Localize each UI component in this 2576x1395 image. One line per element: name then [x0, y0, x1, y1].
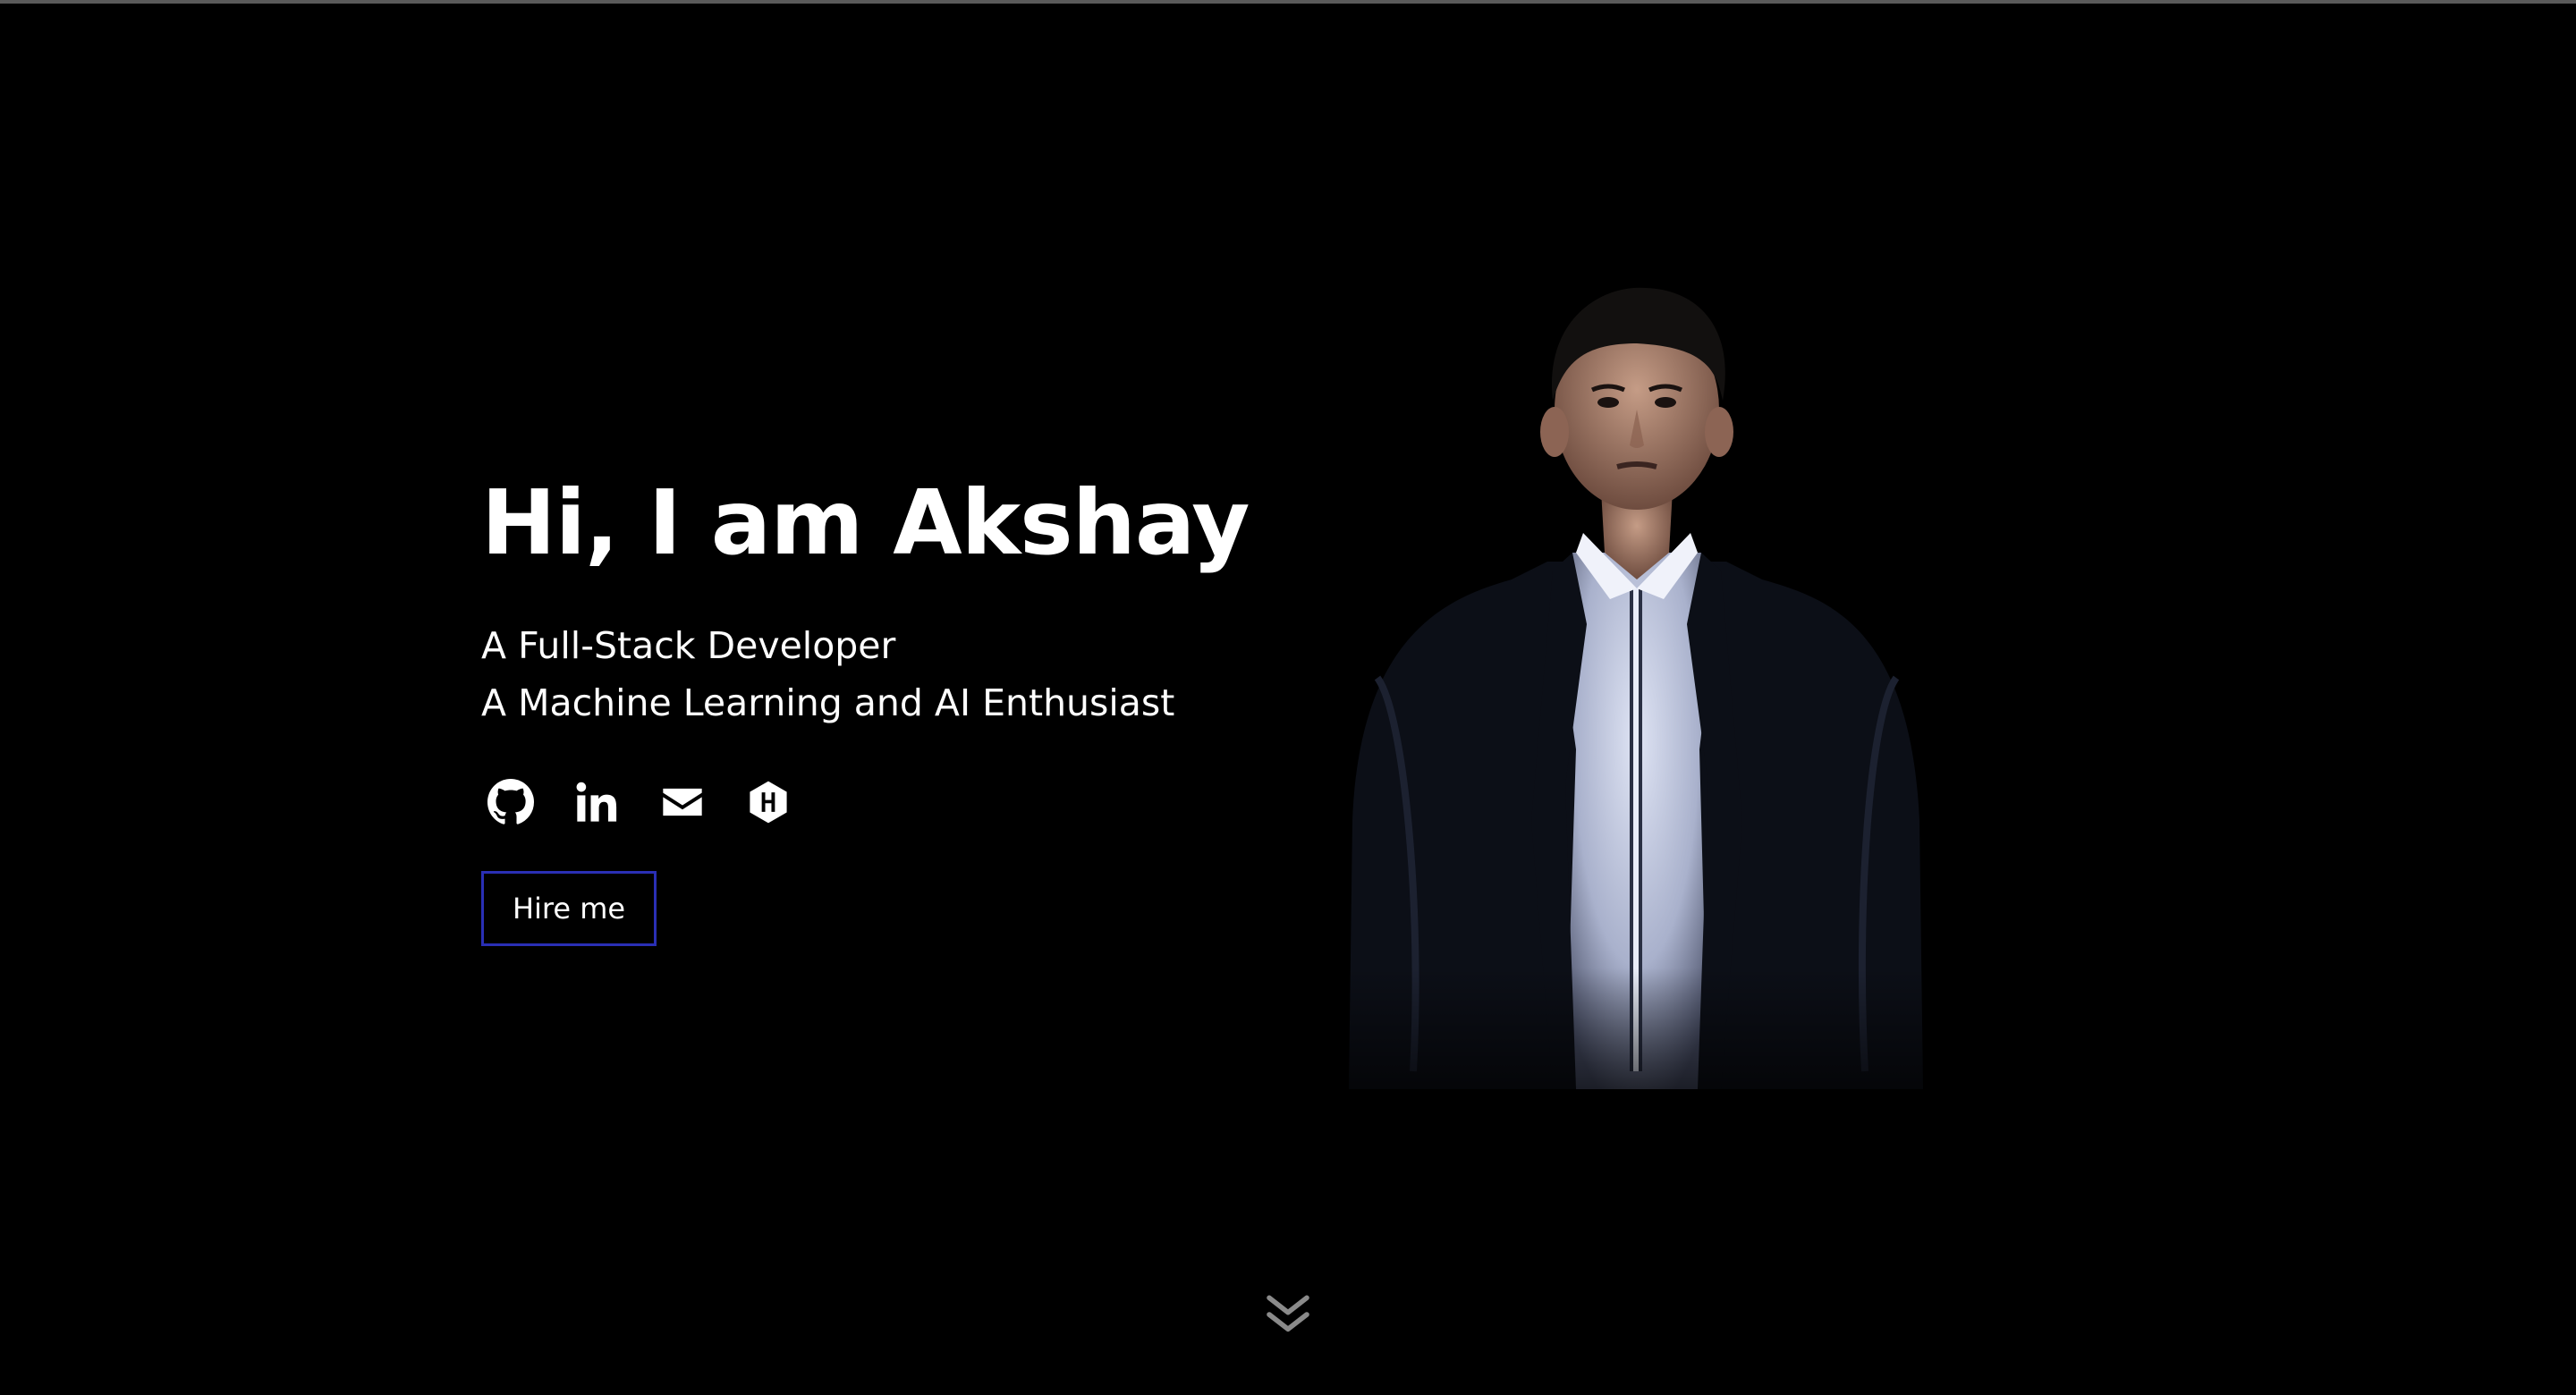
social-links [481, 773, 1286, 832]
hackerrank-link[interactable] [739, 773, 798, 832]
hackerrank-icon [750, 781, 787, 824]
hero-headline: Hi, I am Akshay [481, 470, 1250, 575]
email-link[interactable] [653, 773, 712, 832]
tagline-list: A Full-Stack Developer A Machine Learnin… [481, 617, 1286, 731]
tagline-full-stack: A Full-Stack Developer [481, 624, 896, 667]
email-icon [663, 788, 702, 816]
hire-me-button[interactable]: Hire me [481, 871, 657, 946]
linkedin-link[interactable] [567, 773, 626, 832]
intro-section: Hi, I am Akshay A Full-Stack Developer A… [481, 465, 1286, 946]
profile-photo [1342, 284, 1932, 1161]
github-icon [487, 779, 534, 824]
double-chevron-down-icon [1267, 1295, 1309, 1332]
linkedin-icon [576, 782, 617, 822]
tagline-ml-ai: A Machine Learning and AI Enthusiast [481, 681, 1175, 724]
portrait-illustration [1342, 284, 1932, 1161]
scroll-down-button[interactable] [1261, 1288, 1315, 1341]
top-border [0, 0, 2576, 4]
hero-page: Hi, I am Akshay A Full-Stack Developer A… [0, 0, 2576, 1395]
github-link[interactable] [481, 773, 540, 832]
